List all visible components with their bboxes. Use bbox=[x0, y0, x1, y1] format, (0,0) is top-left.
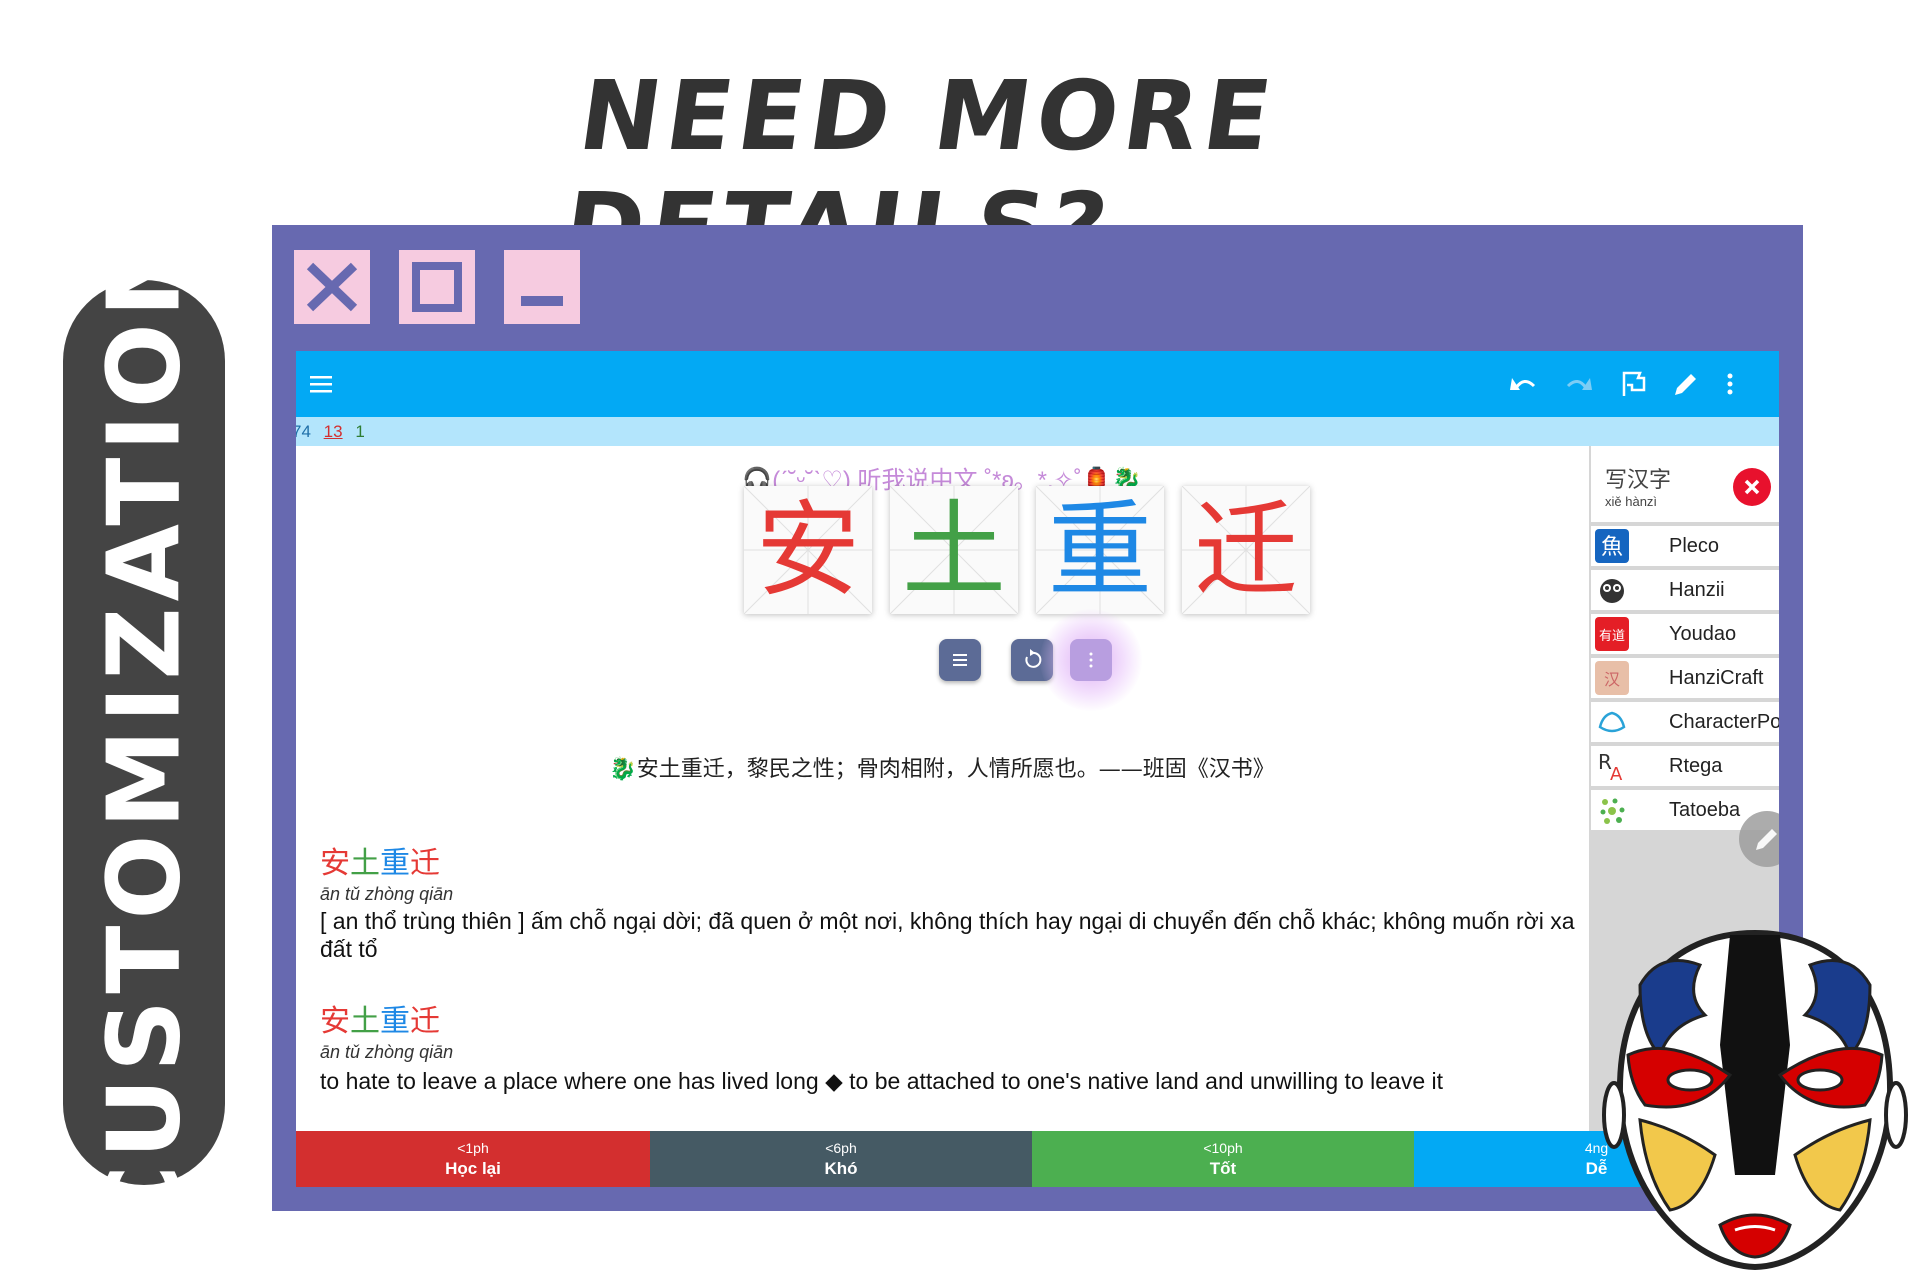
panel-item-label: Hanzii bbox=[1669, 579, 1725, 601]
panel-title: 写汉字 bbox=[1605, 468, 1672, 493]
answer-buttons: <1ph Học lại <6ph Khó <10ph Tốt 4ng Dễ bbox=[296, 1131, 1779, 1187]
again-button[interactable]: <1ph Học lại bbox=[296, 1131, 650, 1187]
ease-label: Tốt bbox=[1209, 1159, 1237, 1178]
entry-definition-2: to hate to leave a place where one has l… bbox=[320, 1068, 1444, 1094]
headline: NEED MORE DETAILS? bbox=[557, 60, 1284, 284]
redo-icon[interactable] bbox=[1558, 364, 1598, 404]
hard-button[interactable]: <6ph Khó bbox=[650, 1131, 1032, 1187]
panel-item-characterpop[interactable]: CharacterPop bbox=[1591, 702, 1779, 742]
panel-item-label: HanziCraft bbox=[1669, 667, 1764, 689]
edit-fab-button[interactable] bbox=[1739, 811, 1779, 867]
entry-char: 重 bbox=[380, 1004, 410, 1039]
close-icon bbox=[1744, 479, 1760, 495]
entry-char: 迁 bbox=[410, 846, 440, 881]
customization-label: CUSTOMIZATION bbox=[85, 227, 203, 1238]
undo-icon[interactable] bbox=[1504, 364, 1544, 404]
list-icon bbox=[953, 654, 967, 666]
more-vert-icon[interactable] bbox=[1716, 364, 1756, 404]
svg-text:魚: 魚 bbox=[1601, 535, 1623, 560]
hanzi-char: 迁 bbox=[1193, 489, 1298, 611]
entry-char: 土 bbox=[350, 846, 380, 881]
entry-pinyin-1: ān tǔ zhòng qiān bbox=[320, 884, 454, 904]
hanzi-box-1[interactable]: 安 bbox=[744, 486, 872, 614]
panel-item-hanzii[interactable]: Hanzii bbox=[1591, 570, 1779, 610]
hanzi-char: 重 bbox=[1047, 489, 1152, 611]
hanzi-box-3[interactable]: 重 bbox=[1036, 486, 1164, 614]
window-minimize-button[interactable] bbox=[504, 250, 580, 324]
hanzii-logo-icon bbox=[1595, 573, 1629, 607]
quote-text: 🐉安土重迁，黎民之性；骨肉相附，人情所愿也。——班固《汉书》 bbox=[609, 757, 1275, 782]
hanzi-char: 土 bbox=[901, 489, 1006, 611]
hanzi-box-4[interactable]: 迁 bbox=[1182, 486, 1310, 614]
more-options-button[interactable] bbox=[1070, 639, 1112, 681]
window-close-button[interactable] bbox=[294, 250, 370, 324]
youdao-logo-icon: 有道 bbox=[1595, 617, 1629, 651]
panel-item-label: CharacterPop bbox=[1669, 711, 1779, 733]
panel-item-hanzicraft[interactable]: 汉 HanziCraft bbox=[1591, 658, 1779, 698]
panel-item-pleco[interactable]: 魚 Pleco bbox=[1591, 526, 1779, 566]
minimize-bar-icon bbox=[521, 296, 563, 306]
app-content: 74 13 1 🎧(ˊ˘ᵕ˘ˋ♡) 听我说中文 ˚*ʚ。*.✧˚🏮🐉 安 土 重 bbox=[296, 351, 1779, 1187]
entry-char: 重 bbox=[380, 846, 410, 881]
entry-char: 迁 bbox=[410, 1004, 440, 1039]
panel-item-label: Tatoeba bbox=[1669, 799, 1741, 821]
app-window: 74 13 1 🎧(ˊ˘ᵕ˘ˋ♡) 听我说中文 ˚*ʚ。*.✧˚🏮🐉 安 土 重 bbox=[272, 225, 1803, 1211]
panel-item-youdao[interactable]: 有道 Youdao bbox=[1591, 614, 1779, 654]
hanzi-char: 安 bbox=[755, 489, 860, 611]
interval-label: <10ph bbox=[1203, 1140, 1243, 1156]
hanzicraft-logo-icon: 汉 bbox=[1595, 661, 1629, 695]
hamburger-menu-icon[interactable] bbox=[302, 364, 342, 404]
entry-char: 土 bbox=[350, 1004, 380, 1039]
opera-mask-icon bbox=[1602, 929, 1908, 1271]
close-x-icon bbox=[306, 262, 358, 312]
entry-definition-1: [ an thổ trùng thiên ] ấm chỗ ngại dời; … bbox=[320, 908, 1575, 962]
list-button[interactable] bbox=[939, 639, 981, 681]
pleco-logo-icon: 魚 bbox=[1595, 529, 1629, 563]
customization-pill: CUSTOMIZATION bbox=[63, 227, 225, 1238]
interval-label: <1ph bbox=[457, 1140, 489, 1156]
panel-item-label: Youdao bbox=[1669, 623, 1737, 645]
hanzi-writing-row: 安 土 重 迁 bbox=[744, 486, 1344, 616]
svg-text:有道: 有道 bbox=[1599, 629, 1625, 644]
flashcard: 🎧(ˊ˘ᵕ˘ˋ♡) 听我说中文 ˚*ʚ。*.✧˚🏮🐉 安 土 重 迁 🐉安土重迁… bbox=[296, 446, 1588, 1131]
more-vert-icon bbox=[1089, 652, 1093, 668]
window-maximize-button[interactable] bbox=[399, 250, 475, 324]
panel-subtitle: xiě hànzì bbox=[1605, 494, 1658, 509]
card-counts: 74 13 1 bbox=[296, 417, 1779, 446]
panel-header: 写汉字 xiě hànzì bbox=[1591, 446, 1779, 522]
panel-item-rtega[interactable]: RA Rtega bbox=[1591, 746, 1779, 786]
panel-item-label: Pleco bbox=[1669, 535, 1720, 557]
hanzi-box-2[interactable]: 土 bbox=[890, 486, 1018, 614]
new-count: 74 bbox=[296, 422, 311, 441]
ease-label: Học lại bbox=[445, 1159, 501, 1178]
entry-word-2: 安土重迁 bbox=[320, 996, 440, 1040]
svg-text:A: A bbox=[1610, 764, 1623, 783]
characterpop-logo-icon bbox=[1595, 705, 1629, 739]
maximize-square-icon bbox=[412, 262, 462, 312]
entry-char: 安 bbox=[320, 1004, 350, 1039]
rtega-logo-icon: RA bbox=[1595, 749, 1629, 785]
edit-icon[interactable] bbox=[1666, 364, 1706, 404]
learning-count[interactable]: 13 bbox=[324, 422, 343, 441]
flag-icon[interactable] bbox=[1614, 364, 1654, 404]
pencil-icon bbox=[1756, 829, 1777, 850]
entry-pinyin-2: ān tǔ zhòng qiān bbox=[320, 1042, 454, 1062]
svg-text:汉: 汉 bbox=[1604, 670, 1620, 689]
entry-word-1: 安土重迁 bbox=[320, 838, 440, 882]
tatoeba-logo-icon bbox=[1595, 793, 1629, 827]
interval-label: <6ph bbox=[825, 1140, 857, 1156]
entry-char: 安 bbox=[320, 846, 350, 881]
ease-label: Khó bbox=[824, 1159, 858, 1178]
panel-item-label: Rtega bbox=[1669, 755, 1723, 777]
review-count: 1 bbox=[355, 422, 365, 441]
good-button[interactable]: <10ph Tốt bbox=[1032, 1131, 1414, 1187]
panel-close-button[interactable] bbox=[1733, 468, 1771, 506]
toolbar bbox=[296, 351, 1779, 417]
